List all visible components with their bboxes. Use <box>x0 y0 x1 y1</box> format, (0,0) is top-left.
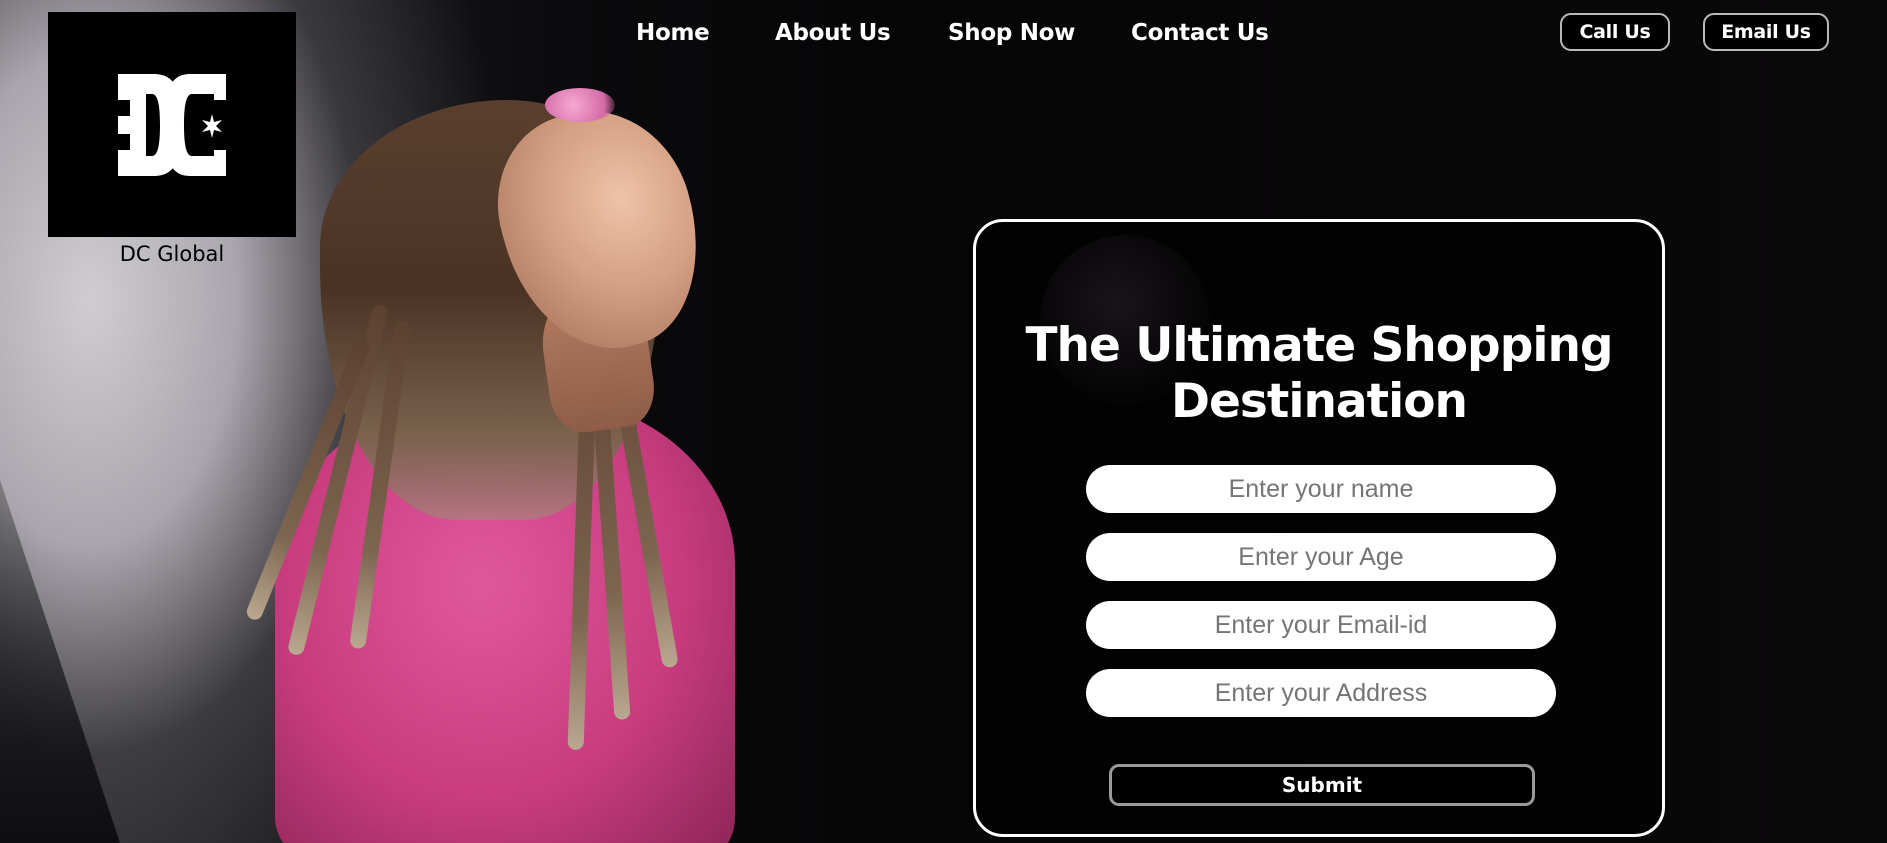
submit-button[interactable]: Submit <box>1109 764 1535 806</box>
form-title: The Ultimate Shopping Destination <box>976 318 1662 430</box>
address-input[interactable] <box>1086 669 1556 717</box>
hair-flower <box>545 88 615 122</box>
nav-link-about-us[interactable]: About Us <box>775 20 891 46</box>
form-title-line-2: Destination <box>1171 374 1468 429</box>
brand-logo[interactable] <box>48 12 296 237</box>
call-us-button[interactable]: Call Us <box>1560 13 1670 51</box>
nav-link-contact-us[interactable]: Contact Us <box>1131 20 1269 46</box>
name-input[interactable] <box>1086 465 1556 513</box>
signup-form-card: The Ultimate Shopping Destination Submit <box>973 219 1665 837</box>
nav-link-shop-now[interactable]: Shop Now <box>948 20 1075 46</box>
form-title-line-1: The Ultimate Shopping <box>1025 318 1613 373</box>
dc-logo-icon <box>118 73 226 176</box>
email-us-button[interactable]: Email Us <box>1703 13 1829 51</box>
age-input[interactable] <box>1086 533 1556 581</box>
nav-link-home[interactable]: Home <box>636 20 710 46</box>
email-input[interactable] <box>1086 601 1556 649</box>
brand-name: DC Global <box>119 242 225 266</box>
